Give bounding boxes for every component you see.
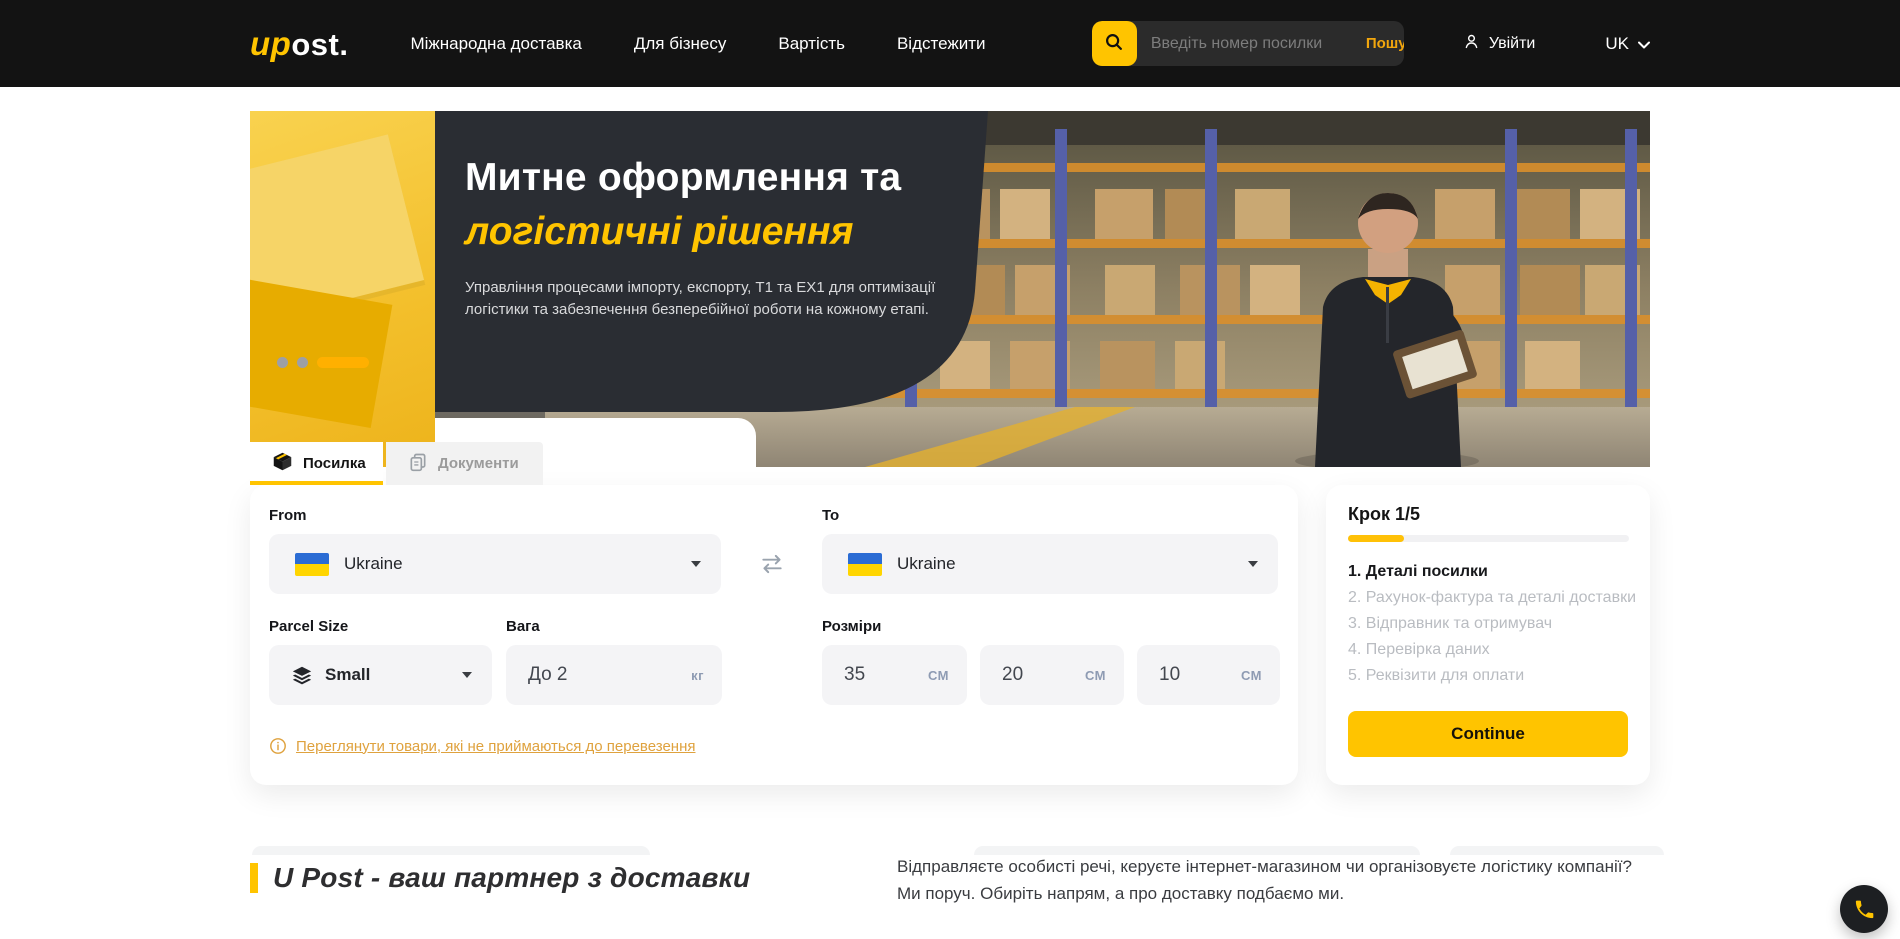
caret-down-icon xyxy=(691,561,701,567)
restricted-goods-link[interactable]: Переглянути товари, які не приймаються д… xyxy=(296,738,696,755)
height-field: СМ xyxy=(1137,645,1280,705)
wizard-progress-fill xyxy=(1348,535,1404,542)
dimensions-label: Розміри xyxy=(822,618,881,635)
weight-label: Вага xyxy=(506,618,540,635)
wizard-steps-list: 1. Деталі посилки 2. Рахунок-фактура та … xyxy=(1348,563,1636,693)
language-selector[interactable]: UK xyxy=(1605,34,1650,54)
navbar: upost. Міжнародна доставка Для бізнесу В… xyxy=(0,0,1900,87)
partner-section: U Post - ваш партнер з доставки Відправл… xyxy=(250,848,1650,938)
tab-parcel[interactable]: Посилка xyxy=(250,442,383,485)
hero-text-panel: Митне оформлення та логістичні рішення У… xyxy=(435,111,1010,412)
to-country-select[interactable]: Ukraine xyxy=(822,534,1278,594)
parcel-size-label: Parcel Size xyxy=(269,618,348,635)
hero-subtitle: Управління процесами імпорту, експорту, … xyxy=(465,277,960,321)
search-submit-label[interactable]: Пошук xyxy=(1366,35,1404,52)
wizard-step-5: 5. Реквізити для оплати xyxy=(1348,667,1636,685)
width-unit: СМ xyxy=(1085,668,1106,683)
restricted-goods-row: Переглянути товари, які не приймаються д… xyxy=(269,737,696,755)
length-input[interactable] xyxy=(844,664,922,686)
layers-icon xyxy=(291,664,313,686)
from-label: From xyxy=(269,507,307,524)
wizard-step-1: 1. Деталі посилки xyxy=(1348,563,1636,581)
login-label: Увійти xyxy=(1489,35,1536,53)
call-fab[interactable] xyxy=(1840,885,1888,933)
weight-field: кг xyxy=(506,645,722,705)
search-icon xyxy=(1103,31,1125,56)
nav-item-international[interactable]: Міжнародна доставка xyxy=(410,34,581,54)
active-tab-underline xyxy=(250,481,383,485)
chevron-down-icon xyxy=(1638,34,1650,54)
hero-title-line1: Митне оформлення та xyxy=(465,155,1010,201)
caret-down-icon xyxy=(462,672,472,678)
weight-input[interactable] xyxy=(528,664,685,686)
length-field: СМ xyxy=(822,645,967,705)
nav-item-business[interactable]: Для бізнесу xyxy=(634,34,727,54)
width-field: СМ xyxy=(980,645,1124,705)
wizard-progress-track xyxy=(1348,535,1629,542)
documents-icon xyxy=(408,452,428,476)
tab-documents[interactable]: Документи xyxy=(386,442,543,485)
upost-homepage: upost. Міжнародна доставка Для бізнесу В… xyxy=(0,0,1900,939)
category-card-2 xyxy=(974,846,1420,855)
width-input[interactable] xyxy=(1002,664,1079,686)
parcel-box-icon xyxy=(272,451,293,476)
carousel-dot-1[interactable] xyxy=(277,357,288,368)
tab-documents-label: Документи xyxy=(438,455,519,472)
search-button[interactable] xyxy=(1092,21,1137,66)
partner-heading-row: U Post - ваш партнер з доставки xyxy=(250,862,750,894)
login-button[interactable]: Увійти xyxy=(1462,32,1536,56)
wizard-step-2: 2. Рахунок-фактура та деталі доставки xyxy=(1348,589,1636,607)
carousel-dots xyxy=(277,357,369,368)
ukraine-flag-icon xyxy=(295,553,329,576)
height-unit: СМ xyxy=(1241,668,1262,683)
tracking-search: Пошук xyxy=(1092,21,1404,66)
shipping-calculator: From Ukraine To Ukraine Parc xyxy=(250,485,1650,785)
partner-paragraph: Відправляєте особисті речі, керуєте інте… xyxy=(897,853,1657,907)
parcel-form-card: From Ukraine To Ukraine Parc xyxy=(250,485,1298,785)
hero-banner: Митне оформлення та логістичні рішення У… xyxy=(250,111,1650,467)
logo-rest: ost. xyxy=(291,27,348,62)
length-unit: СМ xyxy=(928,668,949,683)
weight-unit: кг xyxy=(691,668,704,683)
shipment-type-tabs: Посилка Документи xyxy=(250,442,543,485)
from-country-select[interactable]: Ukraine xyxy=(269,534,721,594)
tab-parcel-label: Посилка xyxy=(303,455,366,472)
logo[interactable]: upost. xyxy=(250,25,348,63)
phone-icon xyxy=(1853,898,1876,921)
to-label: To xyxy=(822,507,839,524)
hero-yellow-panel xyxy=(250,111,435,467)
wizard-step-3: 3. Відправник та отримувач xyxy=(1348,615,1636,633)
swap-arrows-icon xyxy=(759,565,785,580)
parcel-size-value: Small xyxy=(325,665,370,685)
envelope-graphic-2 xyxy=(250,271,392,428)
wizard-card: Крок 1/5 1. Деталі посилки 2. Рахунок-фа… xyxy=(1326,485,1650,785)
height-input[interactable] xyxy=(1159,664,1235,686)
parcel-size-select[interactable]: Small xyxy=(269,645,492,705)
user-icon xyxy=(1462,32,1481,56)
wizard-step-4: 4. Перевірка даних xyxy=(1348,641,1636,659)
carousel-dot-active[interactable] xyxy=(317,357,369,368)
ukraine-flag-icon xyxy=(848,553,882,576)
carousel-dot-2[interactable] xyxy=(297,357,308,368)
caret-down-icon xyxy=(1248,561,1258,567)
continue-button[interactable]: Continue xyxy=(1348,711,1628,757)
nav-item-pricing[interactable]: Вартість xyxy=(778,34,845,54)
partner-heading: U Post - ваш партнер з доставки xyxy=(273,862,750,894)
info-icon xyxy=(269,737,287,755)
tracking-number-input[interactable] xyxy=(1137,35,1366,53)
language-value: UK xyxy=(1605,34,1629,54)
hero-title-line2: логістичні рішення xyxy=(465,209,1010,255)
nav-item-track[interactable]: Відстежити xyxy=(897,34,986,54)
wizard-step-title: Крок 1/5 xyxy=(1348,504,1420,525)
from-country-value: Ukraine xyxy=(344,554,403,574)
main-nav: Міжнародна доставка Для бізнесу Вартість… xyxy=(410,34,985,54)
heading-accent-bar xyxy=(250,863,258,893)
category-card-3 xyxy=(1450,846,1664,855)
swap-countries-button[interactable] xyxy=(758,551,786,579)
content-container: Митне оформлення та логістичні рішення У… xyxy=(250,87,1650,938)
to-country-value: Ukraine xyxy=(897,554,956,574)
category-card-1 xyxy=(252,846,650,855)
logo-accent: up xyxy=(250,25,291,62)
